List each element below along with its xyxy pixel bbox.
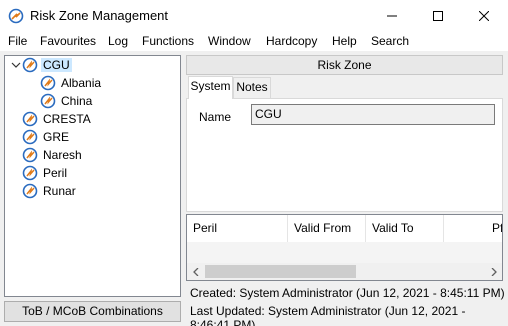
chevron-right-icon [491, 267, 497, 276]
window-title: Risk Zone Management [30, 8, 169, 23]
risk-zone-icon [22, 111, 38, 126]
menu-functions[interactable]: Functions [142, 34, 194, 48]
title-bar: Risk Zone Management [0, 0, 508, 31]
menu-help[interactable]: Help [332, 34, 357, 48]
grid-header: Peril Valid From Valid To Pf [187, 215, 502, 242]
menu-window[interactable]: Window [208, 34, 251, 48]
column-pf[interactable]: Pf [444, 215, 502, 242]
tree-node-label: GRE [43, 129, 70, 144]
created-info: Created: System Administrator (Jun 12, 2… [190, 286, 505, 300]
panel-header: Risk Zone [186, 55, 503, 75]
menu-search[interactable]: Search [371, 34, 409, 48]
tree-node-label: CGU [41, 57, 72, 72]
risk-zone-icon [22, 129, 38, 144]
risk-zone-icon [40, 75, 56, 90]
risk-zone-icon [40, 93, 56, 108]
minimize-button[interactable] [369, 0, 415, 31]
risk-zone-tree[interactable]: CGU Albania China CRESTA GRE Naresh Peri… [4, 55, 181, 297]
scroll-left-button[interactable] [187, 263, 204, 280]
tree-node-naresh[interactable]: Naresh [22, 146, 84, 163]
column-peril[interactable]: Peril [187, 215, 288, 242]
risk-zone-icon [22, 57, 38, 72]
menu-file[interactable]: File [8, 34, 27, 48]
menu-log[interactable]: Log [108, 34, 128, 48]
grid-empty-row [187, 242, 502, 264]
tab-notes[interactable]: Notes [233, 77, 271, 98]
tob-mcob-combinations-button[interactable]: ToB / MCoB Combinations [4, 301, 181, 322]
tree-node-gre[interactable]: GRE [22, 128, 71, 145]
last-updated-info: Last Updated: System Administrator (Jun … [190, 304, 466, 326]
risk-zone-icon [22, 147, 38, 162]
tree-node-china[interactable]: China [40, 92, 94, 109]
close-button[interactable] [461, 0, 507, 31]
tree-node-label: Albania [61, 75, 102, 90]
system-tab-content: Name CGU [186, 98, 503, 212]
column-valid-from[interactable]: Valid From [288, 215, 366, 242]
close-icon [479, 10, 489, 21]
scroll-thumb[interactable] [205, 265, 356, 278]
minimize-icon [387, 15, 397, 16]
column-valid-to[interactable]: Valid To [366, 215, 444, 242]
scroll-right-button[interactable] [485, 263, 502, 280]
risk-zone-icon [22, 165, 38, 180]
tree-node-runar[interactable]: Runar [22, 182, 78, 199]
app-icon [8, 8, 24, 24]
maximize-icon [433, 10, 443, 21]
peril-grid[interactable]: Peril Valid From Valid To Pf [186, 214, 503, 281]
tree-node-cgu[interactable]: CGU [22, 56, 72, 73]
maximize-button[interactable] [415, 0, 461, 31]
horizontal-scrollbar[interactable] [187, 263, 502, 280]
tree-node-label: China [61, 93, 93, 108]
tree-node-label: CRESTA [43, 111, 91, 126]
tree-node-label: Peril [43, 165, 68, 180]
tree-node-label: Runar [43, 183, 76, 198]
tab-system[interactable]: System [188, 76, 233, 99]
tree-node-label: Naresh [43, 147, 82, 162]
menu-favourites[interactable]: Favourites [40, 34, 96, 48]
menu-bar: File Favourites Log Functions Window Har… [0, 31, 508, 51]
chevron-left-icon [192, 267, 198, 276]
tree-node-peril[interactable]: Peril [22, 164, 69, 181]
name-field[interactable]: CGU [251, 104, 495, 125]
collapse-arrow-icon[interactable] [11, 60, 21, 70]
risk-zone-icon [22, 183, 38, 198]
name-label: Name [199, 110, 232, 124]
tree-node-albania[interactable]: Albania [40, 74, 103, 91]
menu-hardcopy[interactable]: Hardcopy [266, 34, 317, 48]
tree-node-cresta[interactable]: CRESTA [22, 110, 93, 127]
